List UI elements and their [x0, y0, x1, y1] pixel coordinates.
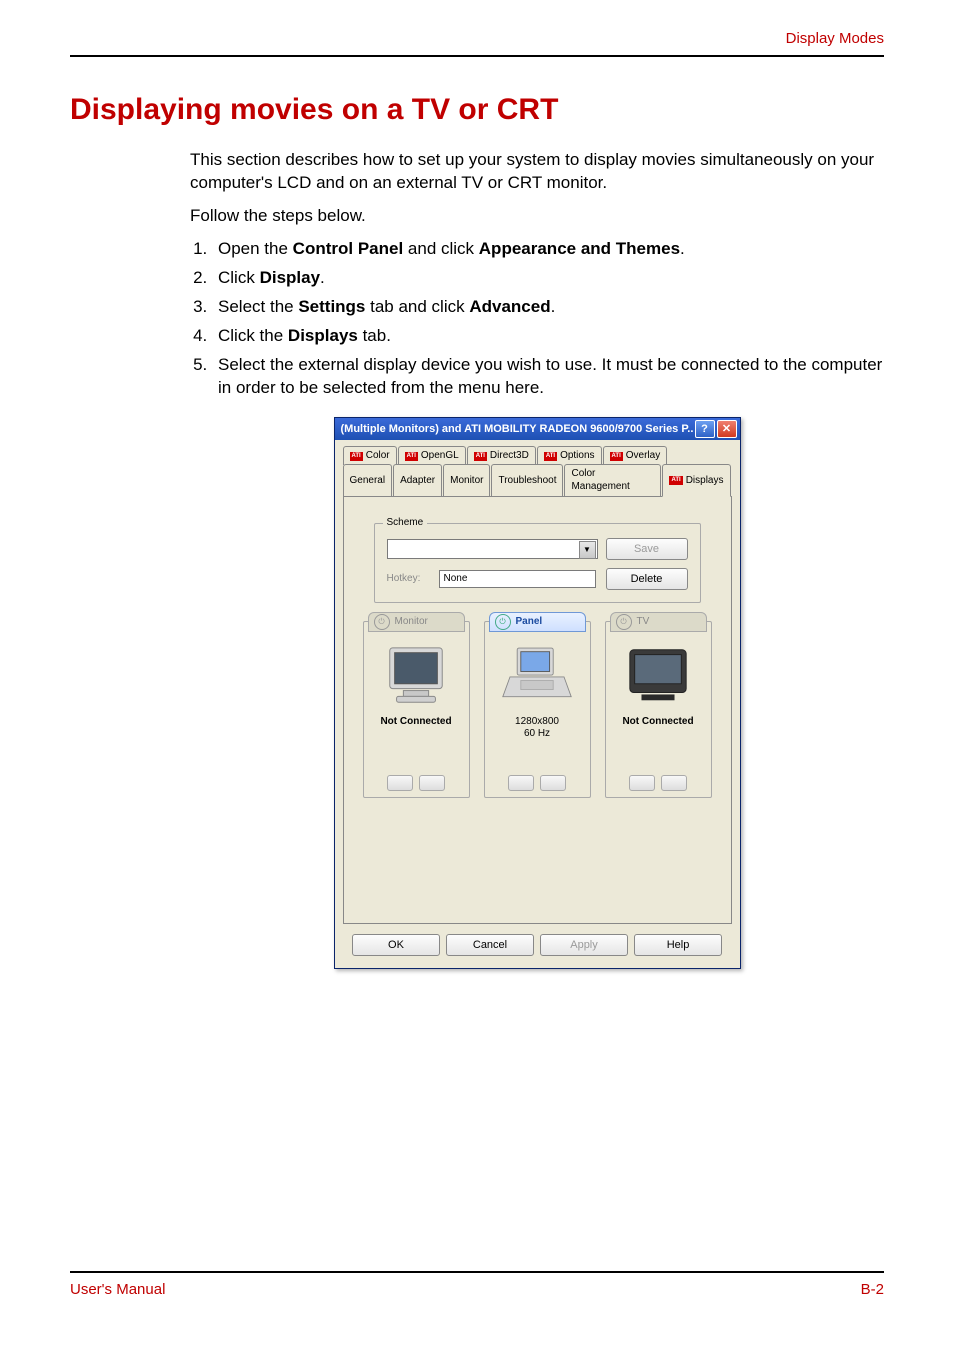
- tab-overlay[interactable]: ATIOverlay: [603, 446, 668, 465]
- step-5: Select the external display device you w…: [212, 354, 884, 400]
- tab-troubleshoot[interactable]: Troubleshoot: [491, 464, 563, 496]
- step-1: Open the Control Panel and click Appeara…: [212, 238, 884, 261]
- display-status-label: Not Connected: [622, 716, 693, 728]
- display-header-panel[interactable]: ⏻ Panel: [489, 612, 586, 632]
- crt-monitor-icon: [380, 642, 452, 710]
- display-name-label: Monitor: [395, 615, 428, 629]
- cancel-button[interactable]: Cancel: [446, 934, 534, 956]
- display-footer: [387, 775, 445, 791]
- save-button[interactable]: Save: [606, 538, 688, 560]
- tab-panel-displays: Scheme ▼ Save Hotkey: None Delete: [343, 496, 732, 924]
- footer-rule: [70, 1271, 884, 1273]
- hotkey-input[interactable]: None: [439, 570, 596, 588]
- display-card-monitor[interactable]: ⏻ Monitor: [363, 621, 470, 798]
- tab-opengl[interactable]: ATIOpenGL: [398, 446, 466, 465]
- dialog-button-row: OK Cancel Apply Help: [335, 924, 740, 968]
- tab-row-upper: ATIColor ATIOpenGL ATIDirect3D ATIOption…: [343, 446, 732, 465]
- power-icon[interactable]: ⏻: [616, 614, 632, 630]
- scheme-group: Scheme ▼ Save Hotkey: None Delete: [374, 523, 701, 603]
- ati-logo-icon: ATI: [610, 452, 623, 461]
- display-status-label: Not Connected: [380, 716, 451, 728]
- ati-logo-icon: ATI: [669, 476, 682, 485]
- display-card-panel[interactable]: ⏻ Panel: [484, 621, 591, 798]
- display-card-tv[interactable]: ⏻ TV: [605, 621, 712, 798]
- display-name-label: Panel: [516, 615, 543, 629]
- tab-options[interactable]: ATIOptions: [537, 446, 602, 465]
- mini-button-left[interactable]: [387, 775, 413, 791]
- tab-monitor[interactable]: Monitor: [443, 464, 490, 496]
- bold-control-panel: Control Panel: [293, 239, 404, 258]
- tab-direct3d[interactable]: ATIDirect3D: [467, 446, 536, 465]
- steps-list: Open the Control Panel and click Appeara…: [190, 238, 884, 400]
- tab-displays[interactable]: ATIDisplays: [662, 464, 730, 497]
- ati-logo-icon: ATI: [350, 452, 363, 461]
- tab-adapter[interactable]: Adapter: [393, 464, 442, 496]
- step-4: Click the Displays tab.: [212, 325, 884, 348]
- laptop-icon: [501, 642, 573, 710]
- intro-paragraph-1: This section describes how to set up you…: [190, 149, 884, 195]
- intro-paragraph-2: Follow the steps below.: [190, 205, 884, 228]
- display-status-label: 1280x800 60 Hz: [515, 716, 559, 740]
- bold-display: Display: [260, 268, 320, 287]
- step-3: Select the Settings tab and click Advanc…: [212, 296, 884, 319]
- power-icon[interactable]: ⏻: [495, 614, 511, 630]
- step-2: Click Display.: [212, 267, 884, 290]
- ati-logo-icon: ATI: [405, 452, 418, 461]
- tab-color-management[interactable]: Color Management: [564, 464, 661, 496]
- tab-general[interactable]: General: [343, 464, 393, 496]
- ok-button[interactable]: OK: [352, 934, 440, 956]
- display-footer: [508, 775, 566, 791]
- properties-dialog: (Multiple Monitors) and ATI MOBILITY RAD…: [334, 417, 741, 969]
- tab-color[interactable]: ATIColor: [343, 446, 397, 465]
- scheme-legend: Scheme: [383, 516, 428, 530]
- mini-button-left[interactable]: [508, 775, 534, 791]
- footer-left: User's Manual: [70, 1281, 165, 1298]
- delete-button[interactable]: Delete: [606, 568, 688, 590]
- tv-icon: [622, 642, 694, 710]
- page-footer: User's Manual B-2: [70, 1263, 884, 1298]
- dialog-title: (Multiple Monitors) and ATI MOBILITY RAD…: [341, 422, 693, 437]
- mini-button-right[interactable]: [419, 775, 445, 791]
- body-text: This section describes how to set up you…: [190, 149, 884, 969]
- ati-logo-icon: ATI: [474, 452, 487, 461]
- help-button[interactable]: ?: [695, 420, 715, 438]
- displays-row: ⏻ Monitor: [358, 621, 717, 798]
- header-rule: [70, 55, 884, 57]
- ati-logo-icon: ATI: [544, 452, 557, 461]
- page-header-label: Display Modes: [70, 30, 884, 55]
- mini-button-left[interactable]: [629, 775, 655, 791]
- mini-button-right[interactable]: [540, 775, 566, 791]
- display-header-tv[interactable]: ⏻ TV: [610, 612, 707, 632]
- bold-appearance-themes: Appearance and Themes: [479, 239, 680, 258]
- tab-row-lower: General Adapter Monitor Troubleshoot Col…: [343, 464, 732, 496]
- chevron-down-icon[interactable]: ▼: [579, 541, 596, 559]
- dialog-titlebar[interactable]: (Multiple Monitors) and ATI MOBILITY RAD…: [335, 418, 740, 440]
- help-button[interactable]: Help: [634, 934, 722, 956]
- apply-button[interactable]: Apply: [540, 934, 628, 956]
- tabs-area: ATIColor ATIOpenGL ATIDirect3D ATIOption…: [335, 440, 740, 924]
- display-name-label: TV: [637, 615, 650, 629]
- display-footer: [629, 775, 687, 791]
- close-button[interactable]: ✕: [717, 420, 737, 438]
- display-header-monitor[interactable]: ⏻ Monitor: [368, 612, 465, 632]
- bold-advanced: Advanced: [469, 297, 550, 316]
- bold-displays: Displays: [288, 326, 358, 345]
- footer-right: B-2: [861, 1281, 884, 1298]
- power-icon[interactable]: ⏻: [374, 614, 390, 630]
- mini-button-right[interactable]: [661, 775, 687, 791]
- page-title: Displaying movies on a TV or CRT: [70, 93, 884, 127]
- scheme-combo[interactable]: ▼: [387, 539, 598, 559]
- hotkey-label: Hotkey:: [387, 572, 429, 586]
- bold-settings: Settings: [298, 297, 365, 316]
